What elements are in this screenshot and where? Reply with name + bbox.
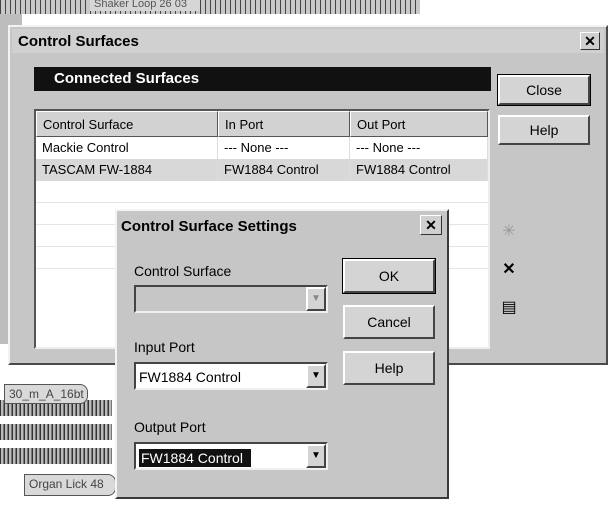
column-header-out-port[interactable]: Out Port [350, 111, 488, 137]
list-item[interactable]: TASCAM FW-1884 FW1884 Control FW1884 Con… [36, 159, 488, 181]
help-button[interactable]: Help [343, 351, 435, 385]
in-port-value: --- None --- [218, 137, 350, 159]
output-port-value: FW1884 Control [139, 449, 251, 467]
close-icon[interactable]: ✕ [580, 32, 600, 50]
column-header-surface[interactable]: Control Surface [36, 111, 218, 137]
control-surface-settings-dialog: Control Surface Settings ✕ Control Surfa… [115, 209, 449, 499]
background-clip-label: Shaker Loop 26 03 [90, 0, 200, 11]
background-waveform-lane [0, 448, 112, 464]
background-clip: 30_m_A_16bt [4, 384, 88, 404]
help-button[interactable]: Help [498, 115, 590, 145]
ok-button[interactable]: OK [342, 258, 436, 294]
connected-surfaces-header: Connected Surfaces [34, 67, 491, 91]
control-surface-select: ▼ [134, 285, 328, 313]
surface-name: TASCAM FW-1884 [36, 159, 218, 181]
close-icon[interactable]: ✕ [420, 215, 442, 235]
settings-dialog-title: Control Surface Settings [121, 218, 297, 235]
out-port-value: --- None --- [350, 137, 488, 159]
surface-name: Mackie Control [36, 137, 218, 159]
control-surface-label: Control Surface [134, 263, 232, 279]
list-item[interactable]: Mackie Control --- None --- --- None --- [36, 137, 488, 159]
list-header: Control Surface In Port Out Port [36, 111, 488, 137]
chevron-down-icon[interactable]: ▼ [306, 444, 326, 468]
cancel-button[interactable]: Cancel [343, 305, 435, 339]
input-port-select[interactable]: FW1884 Control ▼ [134, 362, 328, 390]
background-timeline: Shaker Loop 26 03 [0, 0, 420, 14]
out-port-value: FW1884 Control [350, 159, 488, 181]
dialog-titlebar[interactable]: Control Surfaces ✕ [12, 29, 604, 53]
output-port-select[interactable]: FW1884 Control ▼ [134, 442, 328, 470]
delete-surface-icon[interactable]: ✕ [498, 259, 520, 281]
properties-icon[interactable]: ▤ [498, 297, 520, 319]
empty-row [36, 181, 488, 203]
chevron-down-icon: ▼ [306, 287, 326, 311]
background-clip: Organ Lick 48 [24, 474, 116, 496]
background-waveform-lane [0, 424, 112, 440]
chevron-down-icon[interactable]: ▼ [306, 364, 326, 388]
column-header-in-port[interactable]: In Port [218, 111, 350, 137]
dialog-title: Control Surfaces [18, 33, 139, 50]
input-port-label: Input Port [134, 339, 195, 355]
close-button[interactable]: Close [497, 74, 591, 106]
input-port-value: FW1884 Control [139, 369, 241, 385]
output-port-label: Output Port [134, 419, 206, 435]
add-surface-icon[interactable]: ✳ [498, 221, 520, 243]
in-port-value: FW1884 Control [218, 159, 350, 181]
